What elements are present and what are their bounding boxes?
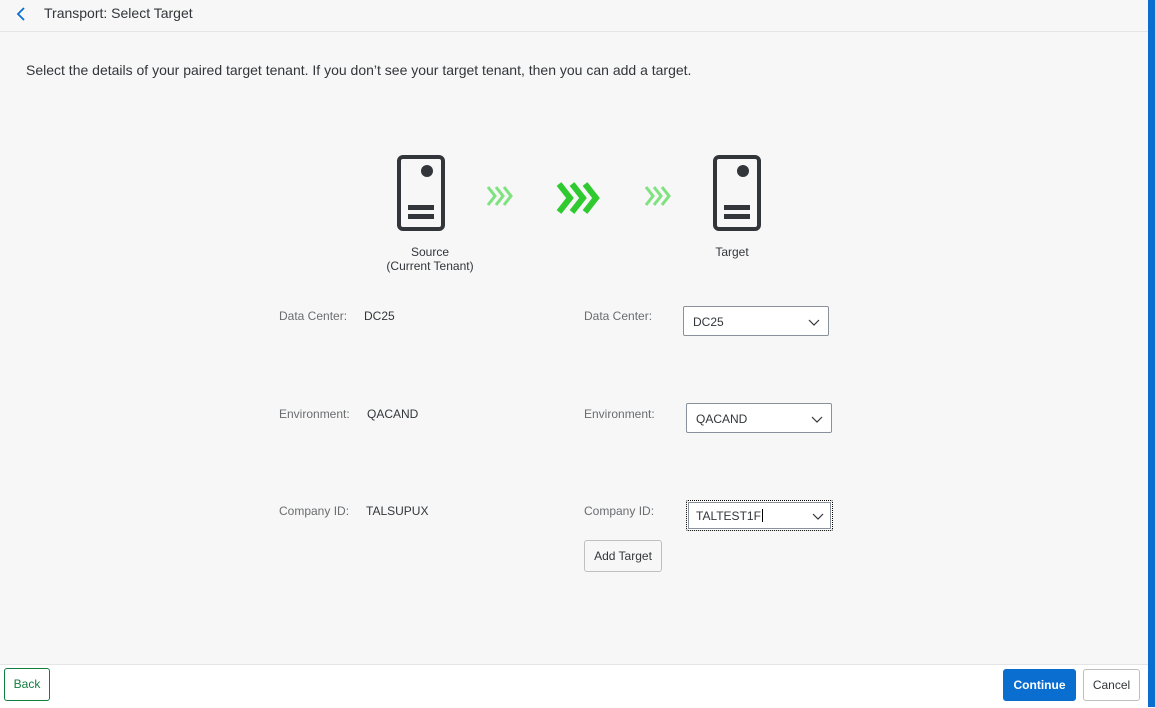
continue-button[interactable]: Continue — [1003, 669, 1076, 701]
intro-text: Select the details of your paired target… — [26, 62, 692, 78]
chevron-down-icon — [811, 416, 823, 423]
window-edge — [1148, 0, 1155, 707]
arrow-strong-icon — [556, 182, 600, 214]
chevron-down-icon — [808, 319, 820, 326]
target-company-value-wrap: TALTEST1F — [696, 509, 763, 523]
page-title: Transport: Select Target — [44, 5, 193, 21]
source-data-center-value: DC25 — [364, 309, 395, 323]
target-company-value: TALTEST1F — [696, 509, 761, 523]
back-button[interactable]: Back — [4, 668, 50, 701]
target-caption: Target — [715, 245, 749, 259]
add-target-button[interactable]: Add Target — [584, 540, 662, 572]
source-environment-label: Environment: — [279, 407, 350, 421]
target-server-icon — [713, 155, 761, 231]
chevron-left-icon[interactable] — [13, 5, 31, 23]
chevron-down-icon — [812, 513, 824, 520]
cancel-button[interactable]: Cancel — [1083, 669, 1140, 701]
target-environment-label: Environment: — [584, 407, 655, 421]
target-environment-select[interactable]: QACAND — [686, 403, 832, 433]
source-data-center-label: Data Center: — [279, 309, 348, 323]
source-caption: Source (Current Tenant) — [368, 245, 492, 273]
arrow-light-right-icon — [644, 186, 671, 206]
source-environment-value: QACAND — [367, 407, 419, 421]
arrow-light-left-icon — [486, 186, 513, 206]
source-caption-line1: Source — [410, 245, 450, 259]
target-company-label: Company ID: — [584, 504, 655, 518]
source-caption-line2: (Current Tenant) — [386, 259, 474, 273]
source-company-label: Company ID: — [279, 504, 350, 518]
page-header: Transport: Select Target — [0, 0, 1148, 32]
target-data-center-select[interactable]: DC25 — [683, 306, 829, 336]
footer-bar — [0, 664, 1148, 708]
text-cursor — [761, 509, 763, 522]
target-company-select[interactable]: TALTEST1F — [686, 500, 833, 531]
target-environment-value: QACAND — [696, 412, 748, 426]
source-company-value: TALSUPUX — [366, 504, 429, 518]
target-data-center-value: DC25 — [693, 315, 724, 329]
target-data-center-label: Data Center: — [584, 309, 653, 323]
source-server-icon — [397, 155, 445, 231]
